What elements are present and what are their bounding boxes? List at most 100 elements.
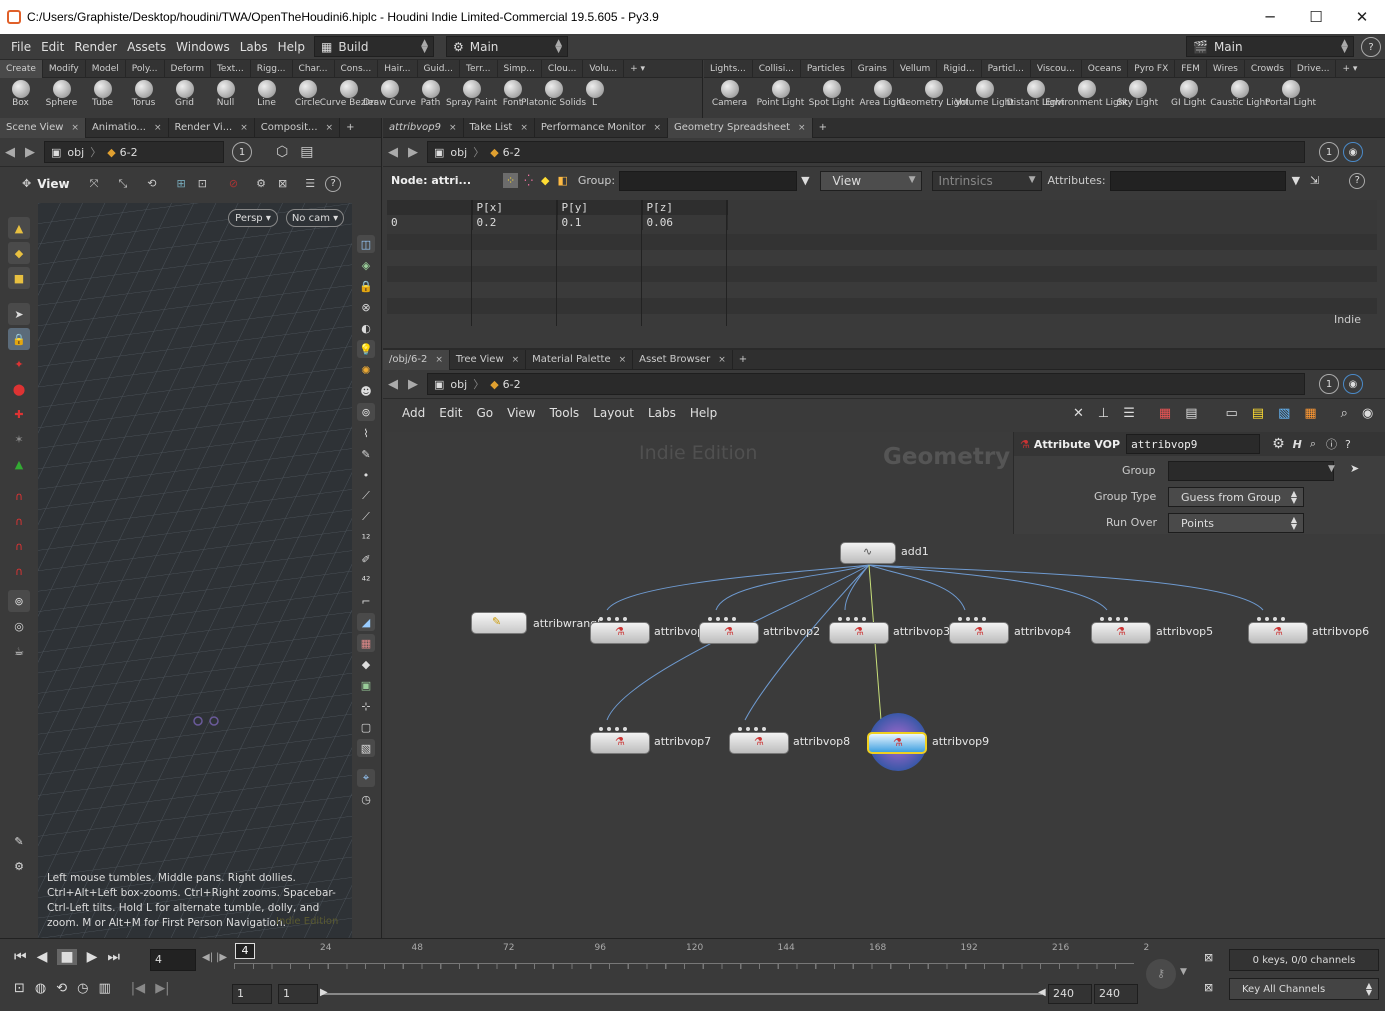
bounds-icon[interactable]: ▣	[357, 676, 375, 694]
tab-tree-view[interactable]: Tree View ×	[450, 349, 527, 370]
play-icon[interactable]: ▶	[87, 949, 98, 965]
shelf-tool-l[interactable]: L	[574, 78, 615, 108]
close-tab-icon[interactable]: ×	[718, 355, 726, 365]
key-all-dropdown[interactable]: Key All Channels ▲ ▼	[1229, 978, 1379, 1000]
tab-obj-6-2[interactable]: /obj/6-2 ×	[383, 349, 450, 370]
shelf-tab-pyro-fx[interactable]: Pyro FX	[1128, 59, 1176, 78]
gear-icon[interactable]: ⚙	[1272, 436, 1285, 452]
options-icon[interactable]: ☰	[305, 177, 315, 190]
search-icon[interactable]: ⌕	[1310, 437, 1316, 451]
arrow-tool-icon[interactable]: ➤	[8, 303, 30, 325]
tab-take-list[interactable]: Take List ×	[464, 117, 535, 138]
attributes-field[interactable]	[1109, 170, 1286, 191]
start-frame-field[interactable]: 1	[232, 984, 272, 1004]
vertices-icon[interactable]: ⁛	[524, 174, 533, 187]
key-dropdown-arrow-icon[interactable]: ▼	[1180, 967, 1187, 977]
close-tab-icon[interactable]: ×	[798, 123, 806, 133]
shelf-tool-torus[interactable]: Torus	[123, 78, 164, 108]
persp-menu[interactable]: Persp ▾	[228, 209, 278, 227]
close-tab-icon[interactable]: ×	[619, 355, 627, 365]
pin-number-button[interactable]: 1	[232, 142, 252, 162]
pin-number-button[interactable]: 1	[1319, 374, 1339, 394]
playback-end-field[interactable]: 240	[1048, 984, 1092, 1004]
shelf-tool-line[interactable]: Line	[246, 78, 287, 108]
tab-render-vi[interactable]: Render Vi... ×	[169, 117, 255, 138]
ruler-icon[interactable]: ✎	[8, 830, 30, 852]
shelf-tool-box[interactable]: Box	[0, 78, 41, 108]
shelf-tool-geometry-light[interactable]: Geometry Light	[898, 78, 969, 108]
range-start-icon[interactable]: |◀	[131, 981, 145, 996]
shelf-tab-terr[interactable]: Terr...	[460, 59, 498, 78]
magnet-3-icon[interactable]: ∩	[8, 535, 30, 557]
bulb-icon[interactable]: ✺	[357, 361, 375, 379]
ortho-icon[interactable]: ◢	[357, 613, 375, 631]
node-attribvop4[interactable]: ⚗	[949, 617, 1009, 644]
forward-arrow-icon[interactable]: ▶	[403, 377, 423, 392]
eye-icon[interactable]: ◉	[1362, 406, 1373, 421]
close-tab-icon[interactable]: ×	[326, 123, 334, 133]
desktop-main-dropdown[interactable]: ⚙ Main ▲ ▼	[446, 36, 568, 57]
audio-icon[interactable]: ⊡	[14, 981, 25, 996]
menu-view[interactable]: View	[500, 406, 542, 420]
zoom-icon[interactable]: ⌕	[1341, 406, 1348, 421]
keys-icon[interactable]: ▥	[99, 981, 111, 996]
shelf-set-dropdown[interactable]: 🎬 Main ▲ ▼	[1186, 36, 1354, 57]
realtime-icon[interactable]: ◍	[35, 981, 46, 996]
image-icon[interactable]: ▧	[357, 739, 375, 757]
stop-icon[interactable]: ■	[57, 949, 77, 965]
tab-geometry-spreadsheet[interactable]: Geometry Spreadsheet ×	[667, 117, 813, 138]
view-label[interactable]: View	[37, 177, 69, 191]
node-attribvop7[interactable]: ⚗	[590, 727, 650, 754]
shelf-tab-particles[interactable]: Particles	[801, 59, 852, 78]
add-shelf-tab-icon[interactable]: + ▾	[1336, 60, 1363, 78]
menu-help[interactable]: Help	[683, 406, 724, 420]
timeline-ruler[interactable]: 24 48 72 96 120 144 168 192 216 2 4	[234, 941, 1149, 973]
shelf-tool-null[interactable]: Null	[205, 78, 246, 108]
head-light-icon[interactable]: ☻	[357, 382, 375, 400]
attr-filter-icon[interactable]: ▼	[1292, 174, 1300, 187]
node-attribvop6[interactable]: ⚗	[1248, 617, 1308, 644]
column-header-p-x[interactable]: P[x]	[472, 200, 558, 215]
handle-tool-icon[interactable]: ✦	[8, 353, 30, 375]
menu-file[interactable]: File	[6, 40, 36, 54]
current-frame-field[interactable]: 4	[150, 949, 196, 971]
square-icon[interactable]: ▢	[357, 718, 375, 736]
line-icon[interactable]: ⟋	[357, 487, 375, 505]
intrinsics-dropdown[interactable]: Intrinsics ▼	[931, 170, 1042, 191]
snapshot-icon[interactable]: ◎	[8, 615, 30, 637]
node-attribvop3[interactable]: ⚗	[829, 617, 889, 644]
shelf-tab-particl[interactable]: Particl...	[982, 59, 1031, 78]
forward-arrow-icon[interactable]: ▶	[403, 145, 423, 160]
dot-icon[interactable]: •	[357, 466, 375, 484]
group-type-dropdown[interactable]: Guess from Group ▲ ▼	[1168, 487, 1304, 507]
camera-icon[interactable]: ⊡	[198, 177, 207, 190]
shelf-tool-platonic-solids[interactable]: Platonic Solids	[521, 78, 586, 108]
view-icon[interactable]: ✥	[22, 177, 31, 190]
rotate-icon[interactable]: ⟲	[147, 177, 156, 190]
normal-icon[interactable]: ✐	[357, 550, 375, 568]
close-tab-icon[interactable]: ×	[240, 123, 248, 133]
run-over-dropdown[interactable]: Points ▲ ▼	[1168, 513, 1304, 533]
grid-display-icon[interactable]: ▦	[357, 634, 375, 652]
tools-icon[interactable]: ✕	[1073, 406, 1084, 421]
tab-composit[interactable]: Composit... ×	[255, 117, 341, 138]
link-icon[interactable]: ◉	[1343, 142, 1363, 162]
back-arrow-icon[interactable]: ◀	[383, 377, 403, 392]
display-options-icon[interactable]: ◫	[357, 235, 375, 253]
back-arrow-icon[interactable]: ◀	[383, 145, 403, 160]
path-breadcrumb[interactable]: ▣ obj 〉 ◆ 6-2	[427, 373, 1305, 395]
camera-menu[interactable]: No cam ▾	[286, 209, 344, 227]
shelf-tool-environment-light[interactable]: Environment Light	[1045, 78, 1128, 108]
column-header-p-y[interactable]: P[y]	[557, 200, 643, 215]
persp-icon[interactable]: ⊚	[357, 403, 375, 421]
shelf-tab-text[interactable]: Text...	[211, 59, 251, 78]
shelf-tool-camera[interactable]: Camera	[704, 78, 755, 108]
tree-icon[interactable]: ⊥	[1098, 406, 1109, 421]
select-prims-icon[interactable]: ■	[8, 267, 30, 289]
pin-number-button[interactable]: 1	[1319, 142, 1339, 162]
row-index-header[interactable]	[387, 200, 473, 215]
scale-icon[interactable]: ⤡	[118, 177, 127, 191]
record-icon[interactable]: ⊘	[229, 177, 238, 190]
clock-icon[interactable]: ◷	[357, 790, 375, 808]
back-arrow-icon[interactable]: ◀	[0, 145, 20, 160]
